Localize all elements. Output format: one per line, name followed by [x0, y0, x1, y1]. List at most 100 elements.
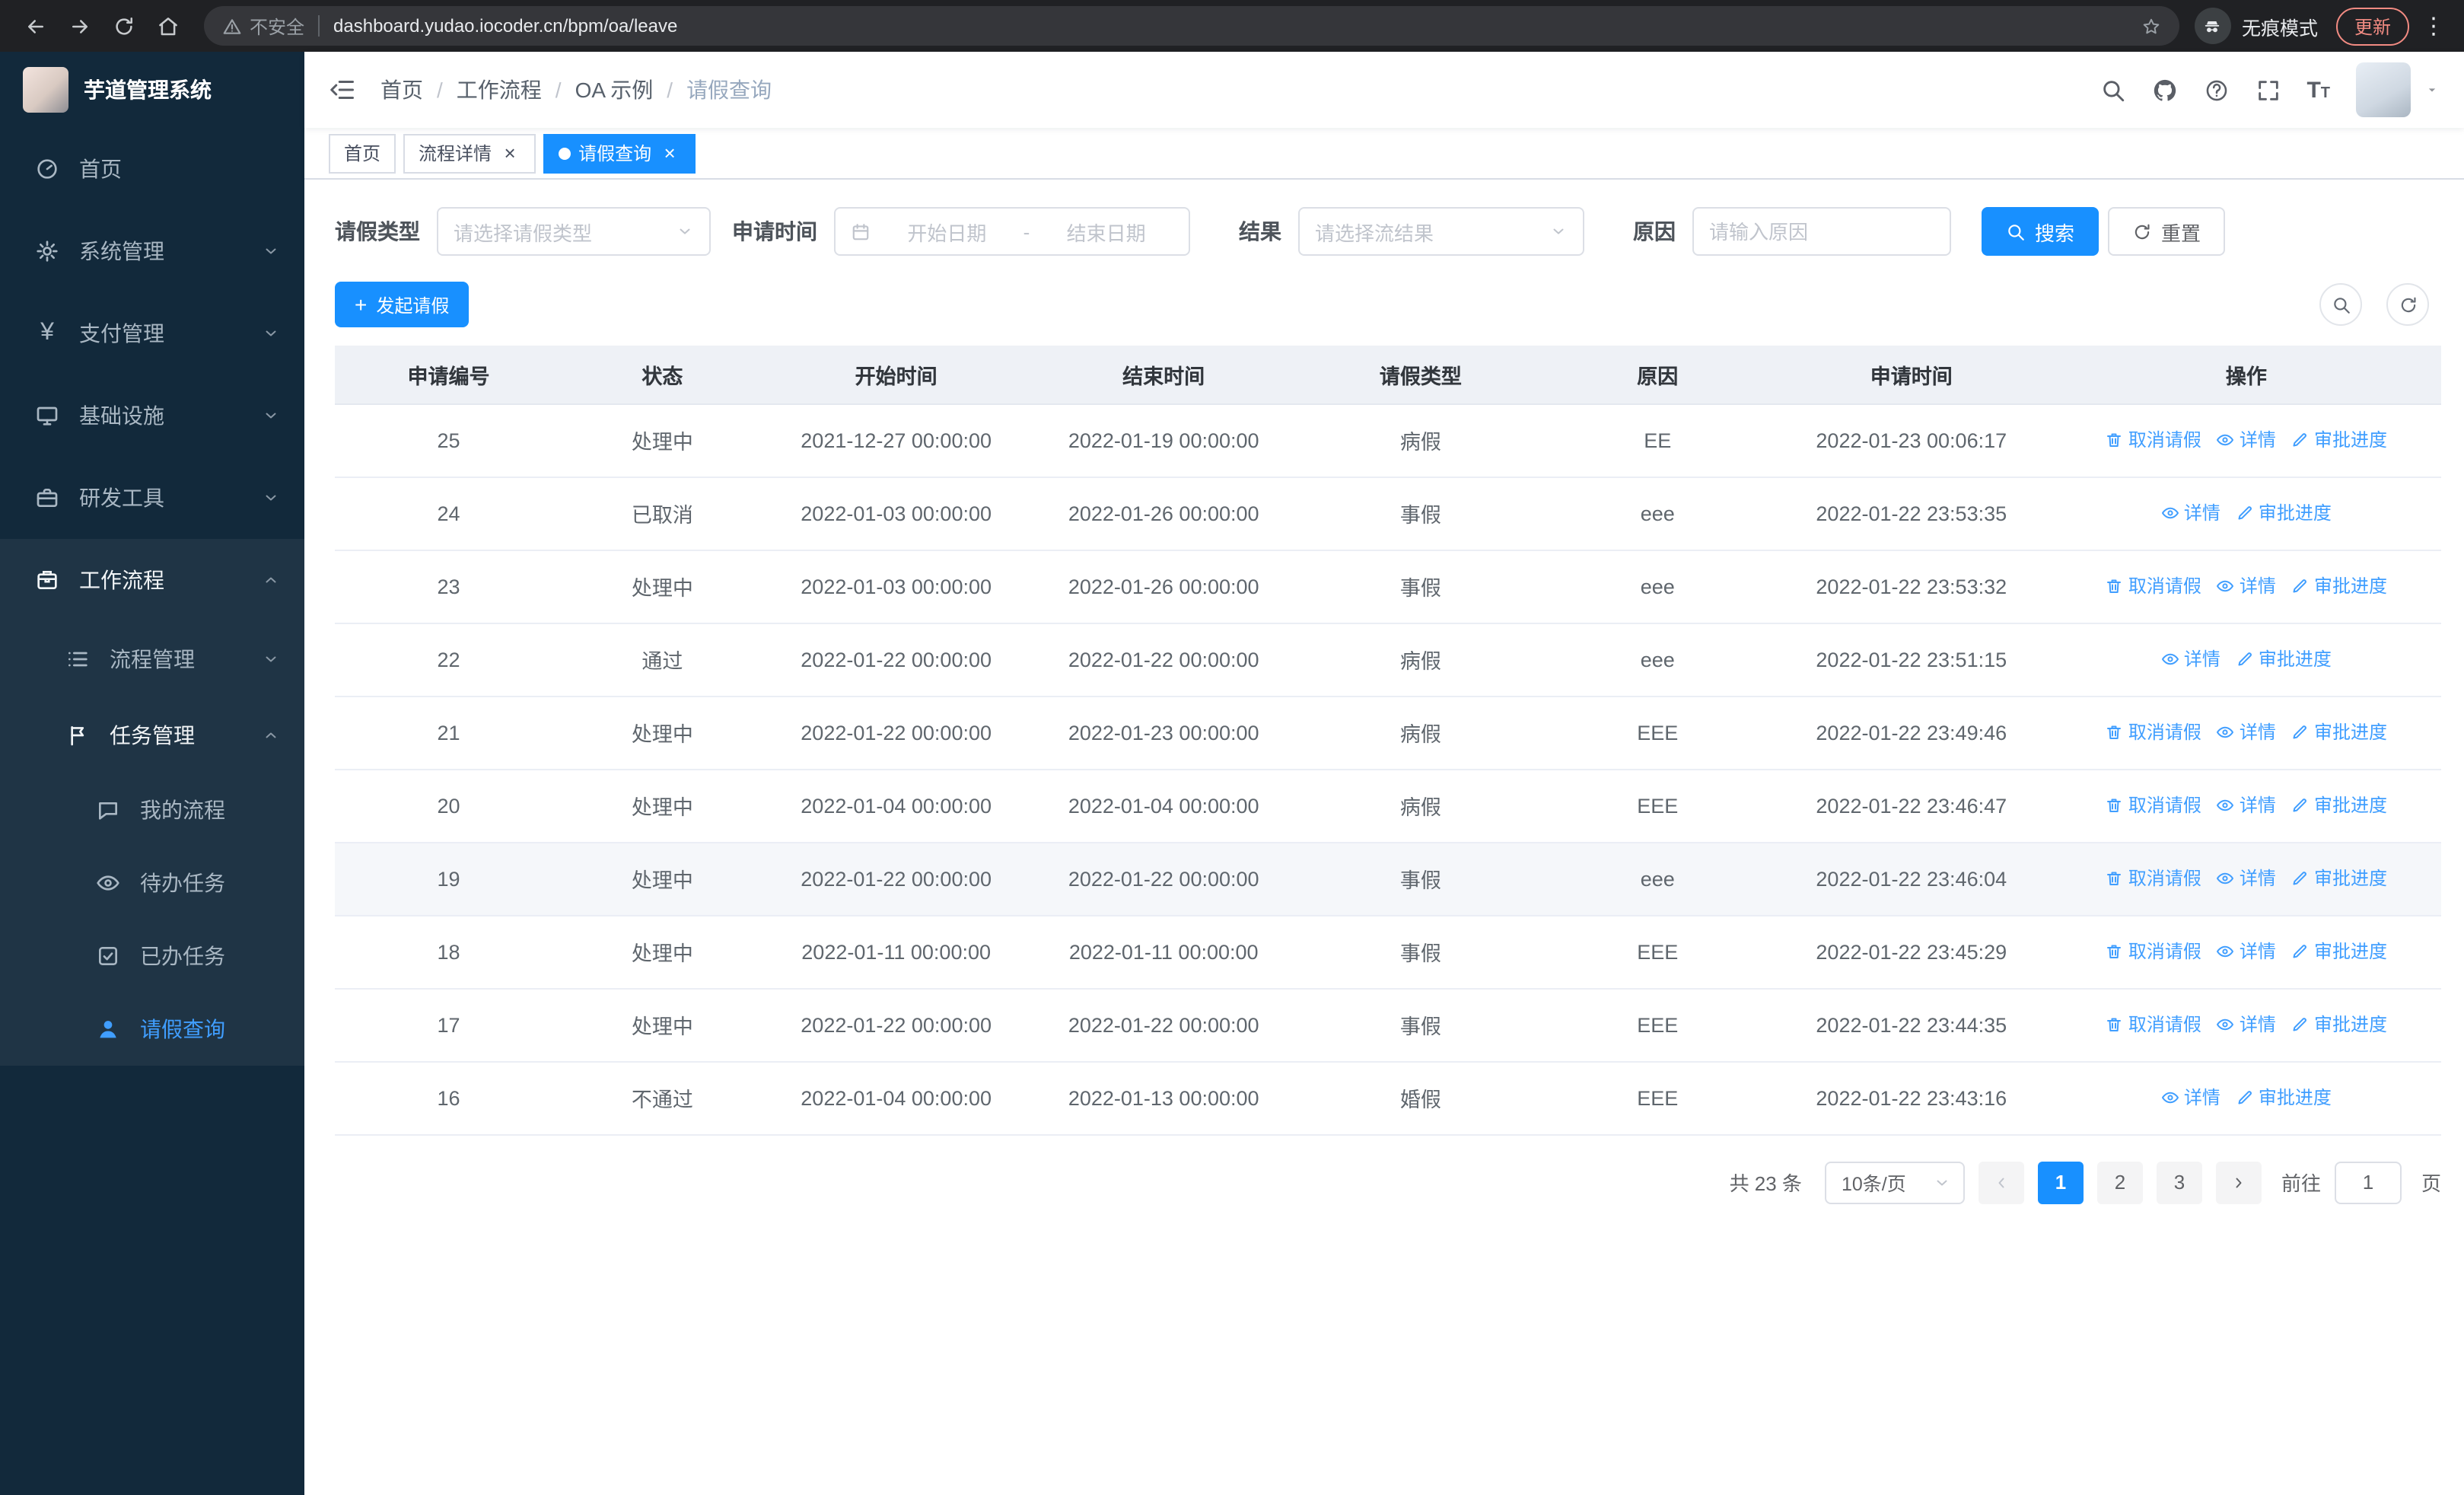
refresh-table-button[interactable] — [2386, 283, 2429, 326]
cancel-leave-action-link[interactable]: 取消请假 — [2106, 792, 2201, 818]
cell-end-time: 2022-01-13 00:00:00 — [1030, 1061, 1297, 1135]
sidebar-item-process-mgmt[interactable]: 流程管理 — [0, 621, 304, 697]
detail-action-link[interactable]: 详情 — [2217, 719, 2276, 745]
sidebar-item-home[interactable]: 首页 — [0, 128, 304, 210]
cancel-leave-action-link[interactable]: 取消请假 — [2106, 865, 2201, 891]
url-text[interactable]: dashboard.yudao.iocoder.cn/bpm/oa/leave — [333, 15, 2141, 37]
tab-process-detail[interactable]: 流程详情 × — [403, 133, 536, 173]
tab-home[interactable]: 首页 — [329, 133, 396, 173]
approval-progress-action-link[interactable]: 审批进度 — [2236, 1085, 2332, 1111]
sidebar-item-dev-tools[interactable]: 研发工具 — [0, 457, 304, 539]
browser-update-button[interactable]: 更新 — [2335, 7, 2409, 45]
cell-start-time: 2022-01-03 00:00:00 — [762, 477, 1030, 550]
trash-icon — [2106, 942, 2124, 961]
sidebar-item-payment-mgmt[interactable]: ¥ 支付管理 — [0, 292, 304, 375]
create-leave-button[interactable]: + 发起请假 — [335, 282, 470, 327]
fullscreen-icon[interactable] — [2255, 77, 2281, 103]
approval-progress-action-link[interactable]: 审批进度 — [2236, 500, 2332, 526]
search-button[interactable]: 搜索 — [1982, 207, 2099, 256]
cell-leave-type: 事假 — [1297, 915, 1544, 989]
breadcrumb-item[interactable]: 首页 — [380, 75, 423, 105]
approval-progress-action-link[interactable]: 审批进度 — [2291, 573, 2387, 599]
detail-action-link[interactable]: 详情 — [2217, 792, 2276, 818]
breadcrumb-item[interactable]: 工作流程 — [457, 75, 542, 105]
caret-down-icon[interactable] — [2424, 82, 2440, 97]
cancel-leave-action-link[interactable]: 取消请假 — [2106, 573, 2201, 599]
search-icon[interactable] — [2099, 77, 2125, 103]
close-icon[interactable]: × — [659, 142, 680, 164]
reason-input[interactable] — [1709, 220, 1934, 243]
sidebar-item-todo-tasks[interactable]: 待办任务 — [0, 846, 304, 920]
page-button-1[interactable]: 1 — [2037, 1161, 2084, 1203]
help-icon[interactable] — [2203, 77, 2229, 103]
breadcrumb-separator: / — [555, 78, 562, 102]
start-date-placeholder[interactable]: 开始日期 — [880, 217, 1014, 246]
sidebar-item-infrastructure[interactable]: 基础设施 — [0, 375, 304, 457]
sidebar-item-label: 支付管理 — [79, 321, 164, 346]
reload-button[interactable] — [103, 5, 145, 46]
sidebar-item-task-mgmt[interactable]: 任务管理 — [0, 697, 304, 773]
detail-action-link[interactable]: 详情 — [2217, 865, 2276, 891]
leave-type-label: 请假类型 — [335, 219, 420, 244]
page-size-select[interactable]: 10条/页 — [1824, 1161, 1965, 1203]
approval-progress-action-link[interactable]: 审批进度 — [2291, 719, 2387, 745]
page-button-3[interactable]: 3 — [2156, 1161, 2202, 1203]
result-select[interactable]: 请选择流结果 — [1298, 207, 1584, 256]
sidebar-item-leave-query[interactable]: 请假查询 — [0, 993, 304, 1066]
approval-progress-action-link[interactable]: 审批进度 — [2291, 939, 2387, 964]
chevron-down-icon — [676, 222, 694, 241]
close-icon[interactable]: × — [499, 142, 520, 164]
detail-action-link[interactable]: 详情 — [2217, 427, 2276, 453]
approval-progress-action-link[interactable]: 审批进度 — [2291, 1012, 2387, 1038]
detail-action-link[interactable]: 详情 — [2217, 939, 2276, 964]
reset-button[interactable]: 重置 — [2108, 207, 2226, 256]
user-avatar[interactable] — [2356, 62, 2411, 117]
cell-request-id: 23 — [335, 550, 562, 623]
detail-action-link[interactable]: 详情 — [2161, 500, 2220, 526]
table-toolbar: + 发起请假 — [335, 282, 2441, 327]
detail-action-link[interactable]: 详情 — [2217, 1012, 2276, 1038]
approval-progress-action-link[interactable]: 审批进度 — [2291, 865, 2387, 891]
app-logo[interactable]: 芋道管理系统 — [0, 52, 304, 128]
cancel-leave-action-link[interactable]: 取消请假 — [2106, 427, 2201, 453]
goto-page-input[interactable] — [2334, 1161, 2402, 1203]
detail-action-link[interactable]: 详情 — [2217, 573, 2276, 599]
forward-button[interactable] — [59, 5, 100, 46]
calendar-icon — [851, 222, 871, 241]
bookmark-star-icon[interactable] — [2141, 16, 2161, 36]
approval-progress-action-link[interactable]: 审批进度 — [2291, 427, 2387, 453]
home-button[interactable] — [148, 5, 189, 46]
apply-time-label: 申请时间 — [732, 219, 817, 244]
next-page-button[interactable] — [2215, 1161, 2262, 1203]
yen-icon: ¥ — [40, 320, 54, 346]
back-button[interactable] — [15, 5, 56, 46]
prev-page-button[interactable] — [1978, 1161, 2024, 1203]
apply-time-range-picker[interactable]: 开始日期 - 结束日期 — [834, 207, 1190, 256]
toggle-search-button[interactable] — [2319, 283, 2362, 326]
tab-leave-query[interactable]: 请假查询 × — [543, 133, 696, 173]
font-size-icon[interactable]: TT — [2306, 78, 2330, 101]
detail-action-link[interactable]: 详情 — [2161, 1085, 2220, 1111]
sidebar-item-done-tasks[interactable]: 已办任务 — [0, 920, 304, 993]
cancel-leave-action-link[interactable]: 取消请假 — [2106, 939, 2201, 964]
cell-actions: 取消请假 详情 审批进度 — [2051, 988, 2441, 1062]
sidebar-fold-icon[interactable] — [329, 76, 356, 104]
cancel-leave-action-link[interactable]: 取消请假 — [2106, 1012, 2201, 1038]
cancel-leave-action-link[interactable]: 取消请假 — [2106, 719, 2201, 745]
approval-progress-action-link[interactable]: 审批进度 — [2236, 646, 2332, 672]
end-date-placeholder[interactable]: 结束日期 — [1039, 217, 1173, 246]
pen-icon — [2236, 650, 2254, 668]
sidebar-item-my-process[interactable]: 我的流程 — [0, 773, 304, 846]
github-icon[interactable] — [2151, 77, 2177, 103]
breadcrumb-item[interactable]: OA 示例 — [575, 75, 654, 105]
detail-action-link[interactable]: 详情 — [2161, 646, 2220, 672]
address-bar[interactable]: 不安全 dashboard.yudao.iocoder.cn/bpm/oa/le… — [204, 6, 2179, 46]
sidebar-item-workflow[interactable]: 工作流程 — [0, 539, 304, 621]
page-button-2[interactable]: 2 — [2096, 1161, 2143, 1203]
leave-type-select[interactable]: 请选择请假类型 — [437, 207, 711, 256]
profile-chip[interactable]: 无痕模式 — [2194, 8, 2318, 44]
approval-progress-action-link[interactable]: 审批进度 — [2291, 792, 2387, 818]
browser-menu-icon[interactable]: ⋮ — [2418, 12, 2449, 40]
security-label[interactable]: 不安全 — [250, 13, 304, 39]
sidebar-item-system-mgmt[interactable]: 系统管理 — [0, 210, 304, 292]
